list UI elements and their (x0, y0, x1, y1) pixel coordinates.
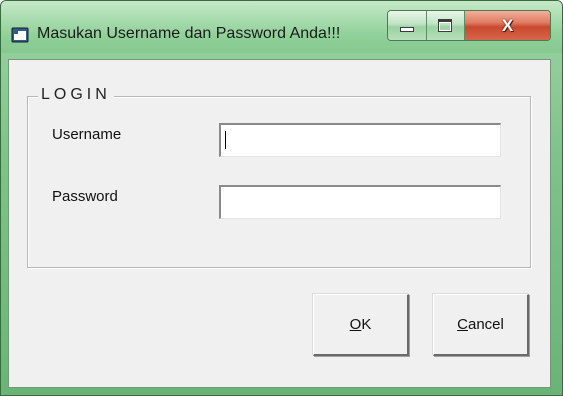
window-title: Masukan Username dan Password Anda!!! (37, 25, 341, 42)
username-input[interactable] (219, 123, 501, 157)
dialog-client-area: LOGIN Username Password OK Cancel (8, 59, 551, 388)
maximize-button[interactable] (426, 11, 466, 40)
ok-label-rest: K (361, 316, 372, 333)
ok-mnemonic: O (349, 316, 362, 333)
login-groupbox: LOGIN (27, 86, 531, 268)
login-group-legend: LOGIN (38, 86, 114, 104)
maximize-icon (438, 19, 453, 32)
ok-button[interactable]: OK (313, 294, 409, 356)
login-dialog-window: Masukan Username dan Password Anda!!! X … (0, 0, 563, 396)
username-label: Username (52, 126, 122, 143)
close-icon: X (501, 15, 514, 35)
app-icon (11, 27, 29, 43)
cancel-mnemonic: C (457, 316, 468, 333)
minimize-icon (399, 27, 414, 32)
cancel-label-rest: ancel (467, 316, 504, 333)
cancel-button[interactable]: Cancel (433, 294, 529, 356)
text-caret (225, 131, 226, 149)
close-button[interactable]: X (465, 11, 550, 40)
title-bar[interactable]: Masukan Username dan Password Anda!!! X (1, 1, 562, 53)
window-controls: X (387, 10, 551, 41)
password-input[interactable] (219, 185, 501, 219)
minimize-button[interactable] (388, 11, 427, 40)
password-label: Password (52, 188, 118, 205)
